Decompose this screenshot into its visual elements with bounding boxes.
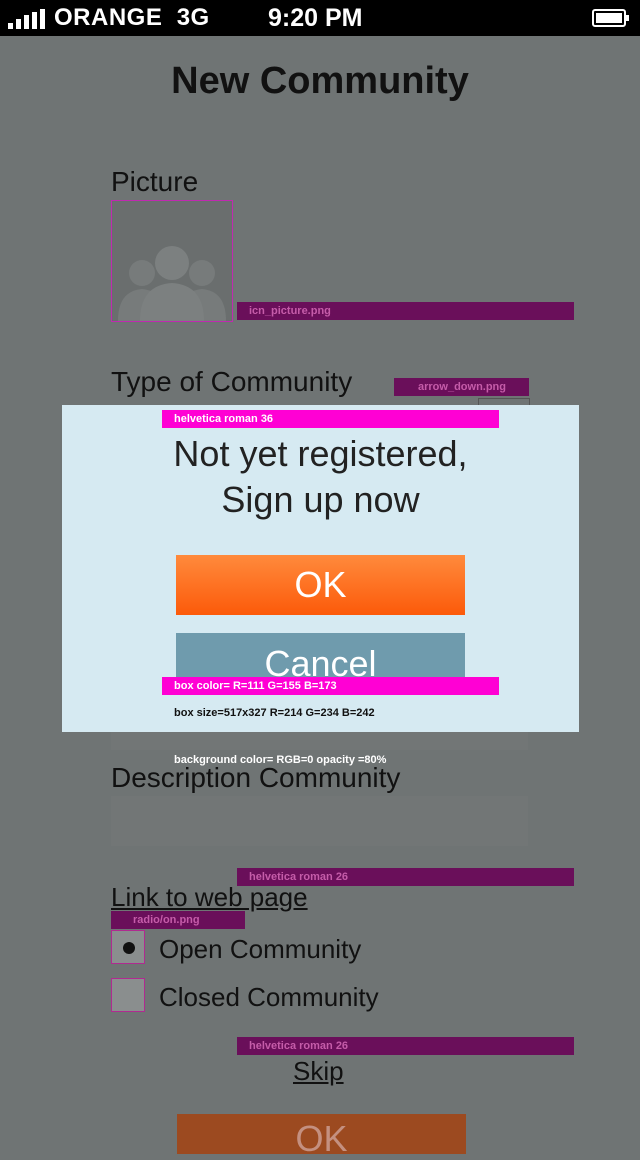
dialog-message: Not yet registered, Sign up now [62, 431, 579, 523]
web-link-label[interactable]: Link to web page [111, 882, 308, 913]
box-size-annotation: box size=517x327 R=214 G=234 B=242 [174, 707, 375, 719]
type-field[interactable] [111, 732, 528, 750]
radio-open-community[interactable]: Open Community [111, 930, 411, 966]
dialog-message-line2: Sign up now [221, 479, 420, 520]
dialog-cancel-button[interactable]: Cancel [176, 633, 465, 683]
arrow-asset-tag: arrow_down.png [394, 378, 529, 396]
dialog-font-annotation: helvetica roman 36 [162, 410, 499, 428]
form-ok-button[interactable]: OK [177, 1114, 466, 1159]
form-ok-label: OK [295, 1118, 348, 1159]
carrier-name: ORANGE [54, 4, 163, 31]
box-color-annotation: box color= R=111 G=155 B=173 [162, 677, 499, 695]
description-input[interactable] [111, 796, 528, 846]
carrier-label: ORANGE 3G [54, 4, 210, 32]
radio-off-icon[interactable] [111, 978, 145, 1012]
page-title: New Community [171, 60, 469, 102]
signal-icon [8, 9, 45, 29]
dialog-ok-button[interactable]: OK [176, 555, 465, 615]
skip-link[interactable]: Skip [293, 1056, 344, 1087]
radio-label-open: Open Community [159, 934, 362, 964]
battery-icon [592, 9, 629, 27]
dialog-message-line1: Not yet registered, [173, 433, 468, 474]
radio-dot [123, 942, 135, 954]
type-label: Type of Community [111, 366, 353, 397]
status-bar: ORANGE 3G 9:20 PM [0, 0, 640, 36]
radio-label-closed: Closed Community [159, 982, 379, 1012]
picture-upload[interactable] [111, 200, 233, 322]
picture-asset-tag: icn_picture.png [237, 302, 574, 320]
radio-on-icon[interactable] [111, 930, 145, 964]
signup-dialog: helvetica roman 36 Not yet registered, S… [62, 405, 579, 732]
clock: 9:20 PM [268, 4, 363, 32]
community-placeholder-icon [118, 246, 226, 321]
radio-asset-tag: radio/on.png [111, 911, 245, 929]
background-annotation: background color= RGB=0 opacity =80% [174, 754, 387, 766]
radio-closed-community[interactable]: Closed Community [111, 978, 411, 1014]
description-label: Description Community [111, 762, 401, 793]
font-annotation-tag-2: helvetica roman 26 [237, 1037, 574, 1055]
picture-label: Picture [111, 166, 199, 197]
network-type: 3G [176, 4, 210, 31]
